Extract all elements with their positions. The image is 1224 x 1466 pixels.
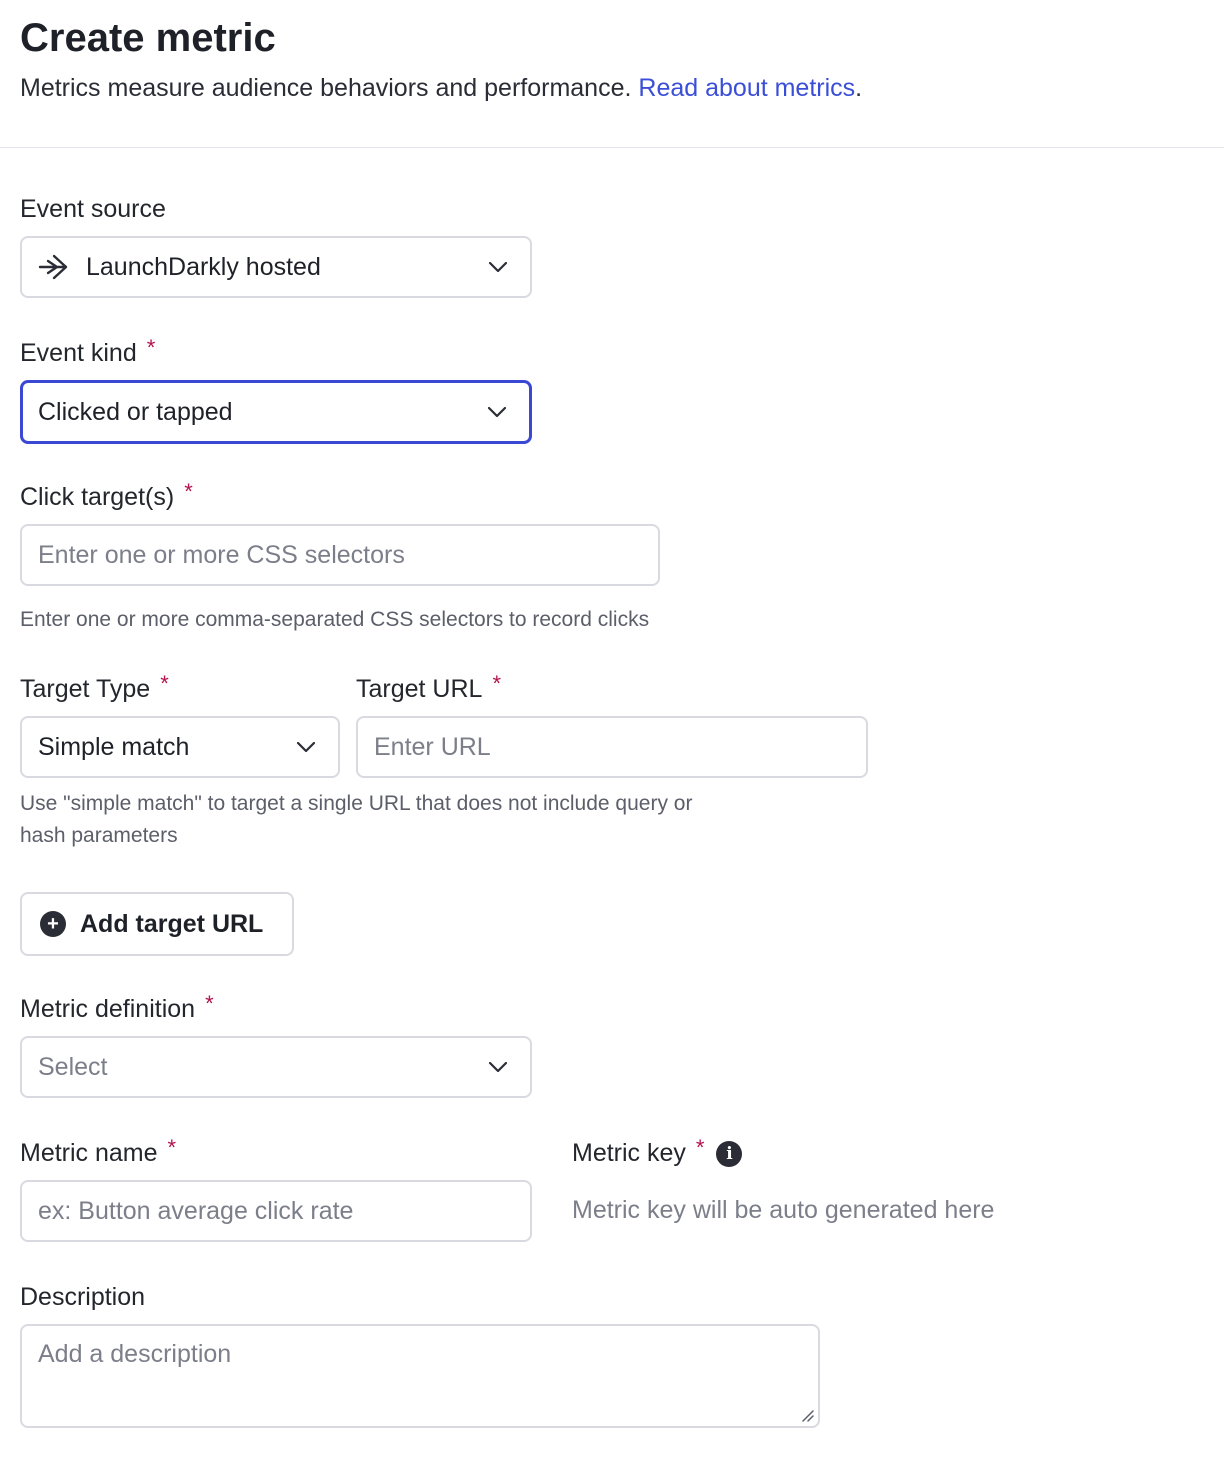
event-source-label: Event source [20, 194, 166, 224]
target-url-label: Target URL * [356, 671, 502, 705]
metric-definition-placeholder: Select [38, 1052, 108, 1081]
metric-name-label-text: Metric name [20, 1139, 158, 1167]
target-type-label: Target Type * [20, 671, 169, 705]
click-targets-help: Enter one or more comma-separated CSS se… [20, 608, 650, 631]
metric-definition-select[interactable]: Select [20, 1036, 532, 1098]
target-type-help: Use "simple match" to target a single UR… [20, 788, 692, 852]
plus-circle-icon: + [40, 911, 66, 937]
description-label-text: Description [20, 1283, 146, 1311]
required-asterisk: * [160, 671, 169, 696]
required-asterisk: * [205, 991, 214, 1016]
event-kind-label: Event kind * [20, 335, 156, 369]
required-asterisk: * [184, 479, 193, 504]
event-kind-select[interactable]: Clicked or tapped [20, 380, 532, 444]
target-url-label-text: Target URL [356, 675, 483, 703]
required-asterisk: * [167, 1135, 177, 1160]
metric-key-placeholder: Metric key will be auto generated here [572, 1196, 995, 1224]
add-target-url-button[interactable]: + Add target URL [20, 892, 294, 956]
chevron-down-icon [488, 1061, 508, 1073]
required-asterisk: * [695, 1135, 705, 1160]
click-targets-label-text: Click target(s) [20, 483, 175, 511]
chevron-down-icon [296, 741, 316, 753]
event-source-select[interactable]: LaunchDarkly hosted [20, 236, 532, 298]
click-targets-input[interactable]: Enter one or more CSS selectors [20, 524, 660, 586]
required-asterisk: * [146, 335, 156, 360]
page-title: Create metric [20, 16, 276, 60]
chevron-down-icon [487, 406, 507, 418]
click-targets-placeholder: Enter one or more CSS selectors [38, 540, 405, 569]
info-icon[interactable]: i [716, 1141, 743, 1167]
page-header: Create metric Metrics measure audience b… [0, 0, 1224, 148]
metric-name-placeholder: ex: Button average click rate [38, 1196, 354, 1225]
target-type-help-line-1: Use "simple match" to target a single UR… [20, 792, 693, 815]
metric-key-label-text: Metric key [572, 1139, 686, 1167]
read-about-metrics-link[interactable]: Read about metrics [638, 74, 855, 102]
launchdarkly-arrow-icon [38, 254, 68, 280]
metric-definition-label: Metric definition * [20, 991, 214, 1025]
target-type-value: Simple match [38, 732, 190, 761]
description-placeholder: Add a description [38, 1340, 232, 1368]
resize-handle-icon[interactable] [800, 1408, 814, 1422]
target-type-help-line-2: hash parameters [20, 824, 178, 847]
event-kind-value: Clicked or tapped [38, 397, 233, 426]
subtitle-period: . [855, 74, 863, 102]
page-subtitle: Metrics measure audience behaviors and p… [20, 72, 1204, 104]
target-type-select[interactable]: Simple match [20, 716, 340, 778]
subtitle-text: Metrics measure audience behaviors and p… [20, 74, 632, 102]
metric-name-input[interactable]: ex: Button average click rate [20, 1180, 532, 1242]
required-asterisk: * [492, 671, 502, 696]
metric-key-label: Metric key * i [572, 1135, 743, 1169]
add-target-url-label: Add target URL [80, 909, 264, 938]
event-kind-label-text: Event kind [20, 339, 137, 367]
description-textarea[interactable]: Add a description [20, 1324, 820, 1428]
metric-definition-label-text: Metric definition [20, 995, 196, 1023]
metric-name-label: Metric name * [20, 1135, 177, 1169]
target-url-placeholder: Enter URL [374, 732, 491, 761]
click-targets-label: Click target(s) * [20, 479, 193, 513]
description-label: Description [20, 1282, 145, 1312]
target-url-input[interactable]: Enter URL [356, 716, 868, 778]
event-source-value: LaunchDarkly hosted [86, 252, 321, 281]
event-source-label-text: Event source [20, 195, 166, 223]
chevron-down-icon [488, 261, 508, 273]
target-type-label-text: Target Type [20, 675, 151, 703]
